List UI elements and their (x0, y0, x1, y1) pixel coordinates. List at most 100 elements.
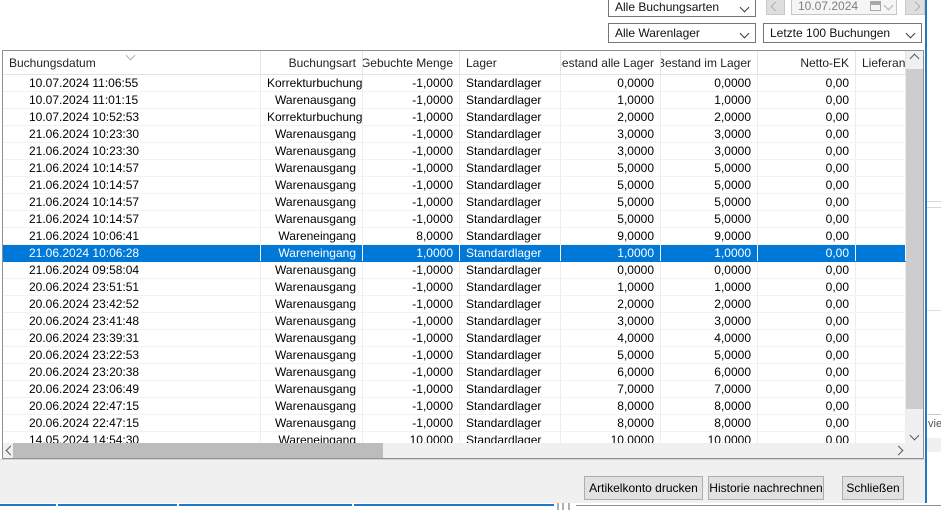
schliessen-button[interactable]: Schließen (842, 476, 904, 500)
horizontal-scrollbar[interactable] (3, 443, 906, 458)
cell-bestand-im-lager: 5,0000 (661, 211, 758, 227)
column-header-buchungsart[interactable]: Buchungsart (261, 51, 363, 74)
table-row[interactable]: 21.06.2024 10:14:57Warenausgang-1,0000St… (3, 177, 923, 194)
table-row[interactable]: 20.06.2024 22:47:15Warenausgang-1,0000St… (3, 415, 923, 432)
date-input[interactable]: 10.07.2024 (791, 0, 897, 15)
cell-buchungsdatum: 20.06.2024 23:39:31 (3, 330, 261, 346)
cell-buchungsart: Warenausgang (261, 398, 363, 414)
cell-lieferant (856, 364, 906, 380)
scroll-right-icon[interactable] (891, 443, 906, 458)
artikelkonto-drucken-button[interactable]: Artikelkonto drucken (584, 476, 703, 500)
table-row[interactable]: 21.06.2024 10:14:57Warenausgang-1,0000St… (3, 211, 923, 228)
cell-buchungsdatum: 10.07.2024 11:06:55 (3, 75, 261, 91)
cell-gebuchte-menge: -1,0000 (363, 126, 460, 142)
cell-bestand-alle-lager: 5,0000 (561, 177, 661, 193)
cell-netto-ek: 0,00 (758, 398, 856, 414)
cell-lager: Standardlager (460, 126, 561, 142)
cell-gebuchte-menge: -1,0000 (363, 160, 460, 176)
cell-gebuchte-menge: -1,0000 (363, 177, 460, 193)
cell-bestand-im-lager: 2,0000 (661, 296, 758, 312)
next-date-button[interactable] (905, 0, 925, 15)
column-header-lieferant[interactable]: Lieferant (856, 51, 906, 74)
table-row[interactable]: 21.06.2024 10:14:57Warenausgang-1,0000St… (3, 194, 923, 211)
cell-buchungsdatum: 20.06.2024 23:22:53 (3, 347, 261, 363)
cell-bestand-alle-lager: 0,0000 (561, 262, 661, 278)
cell-buchungsart: Warenausgang (261, 313, 363, 329)
cell-buchungsdatum: 20.06.2024 23:06:49 (3, 381, 261, 397)
warenlager-filter-select[interactable]: Alle Warenlager (608, 23, 756, 43)
cell-gebuchte-menge: 8,0000 (363, 228, 460, 244)
table-row[interactable]: 10.07.2024 10:52:53Korrekturbuchung-1,00… (3, 109, 923, 126)
cell-buchungsdatum: 21.06.2024 10:06:41 (3, 228, 261, 244)
cell-bestand-alle-lager: 5,0000 (561, 160, 661, 176)
vertical-scrollbar[interactable] (906, 51, 923, 443)
chevron-left-icon (771, 1, 781, 11)
cell-gebuchte-menge: -1,0000 (363, 313, 460, 329)
previous-date-button[interactable] (766, 0, 785, 15)
table-row[interactable]: 20.06.2024 23:22:53Warenausgang-1,0000St… (3, 347, 923, 364)
cell-bestand-alle-lager: 1,0000 (561, 279, 661, 295)
column-header-bestand-alle-lager[interactable]: Bestand alle Lager (561, 51, 661, 74)
cell-netto-ek: 0,00 (758, 330, 856, 346)
table-row[interactable]: 20.06.2024 23:42:52Warenausgang-1,0000St… (3, 296, 923, 313)
cell-buchungsart: Warenausgang (261, 160, 363, 176)
cell-lieferant (856, 194, 906, 210)
column-header-lager[interactable]: Lager (460, 51, 561, 74)
table-row[interactable]: 20.06.2024 23:06:49Warenausgang-1,0000St… (3, 381, 923, 398)
column-header-netto-ek[interactable]: Netto-EK (758, 51, 856, 74)
chevron-down-icon (740, 29, 750, 39)
table-body: 10.07.2024 11:06:55Korrekturbuchung-1,00… (3, 75, 923, 444)
cell-buchungsart: Warenausgang (261, 126, 363, 142)
cell-lager: Standardlager (460, 262, 561, 278)
table-row[interactable]: 20.06.2024 22:47:15Warenausgang-1,0000St… (3, 398, 923, 415)
table-row[interactable]: 20.06.2024 23:20:38Warenausgang-1,0000St… (3, 364, 923, 381)
horizontal-scrollbar-thumb[interactable] (13, 443, 383, 458)
cell-gebuchte-menge: -1,0000 (363, 143, 460, 159)
buchungsart-filter-select[interactable]: Alle Buchungsarten (608, 0, 756, 17)
scroll-down-icon[interactable] (906, 428, 923, 443)
table-row[interactable]: 21.06.2024 10:14:57Warenausgang-1,0000St… (3, 160, 923, 177)
table-row-selected[interactable]: 21.06.2024 10:06:28Wareneingang1,0000Sta… (3, 245, 923, 262)
vertical-scrollbar-thumb[interactable] (906, 69, 923, 409)
cell-lieferant (856, 126, 906, 142)
table-row[interactable]: 21.06.2024 09:58:04Warenausgang-1,0000St… (3, 262, 923, 279)
cell-buchungsdatum: 20.06.2024 22:47:15 (3, 415, 261, 431)
cell-bestand-im-lager: 5,0000 (661, 160, 758, 176)
cell-bestand-alle-lager: 0,0000 (561, 75, 661, 91)
cell-gebuchte-menge: -1,0000 (363, 296, 460, 312)
background-blue-line (179, 504, 352, 506)
cell-bestand-alle-lager: 8,0000 (561, 415, 661, 431)
cell-buchungsart: Warenausgang (261, 330, 363, 346)
table-row[interactable]: 21.06.2024 10:06:41Wareneingang8,0000Sta… (3, 228, 923, 245)
anzahl-filter-select[interactable]: Letzte 100 Buchungen (763, 23, 922, 43)
cell-bestand-alle-lager: 5,0000 (561, 347, 661, 363)
cell-buchungsart: Warenausgang (261, 279, 363, 295)
table-row[interactable]: 20.06.2024 23:51:51Warenausgang-1,0000St… (3, 279, 923, 296)
scroll-up-icon[interactable] (906, 51, 923, 66)
window-edge-divider (925, 0, 927, 503)
cell-lager: Standardlager (460, 160, 561, 176)
table-row[interactable]: 10.07.2024 11:06:55Korrekturbuchung-1,00… (3, 75, 923, 92)
cell-netto-ek: 0,00 (758, 364, 856, 380)
table-row[interactable]: 20.06.2024 23:39:31Warenausgang-1,0000St… (3, 330, 923, 347)
table-header: BuchungsdatumBuchungsartGebuchte MengeLa… (3, 51, 923, 75)
cell-bestand-alle-lager: 8,0000 (561, 398, 661, 414)
column-header-gebuchte-menge[interactable]: Gebuchte Menge (363, 51, 460, 74)
cell-bestand-alle-lager: 5,0000 (561, 211, 661, 227)
cell-lieferant (856, 313, 906, 329)
table-row[interactable]: 10.07.2024 11:01:15Warenausgang-1,0000St… (3, 92, 923, 109)
cell-lager: Standardlager (460, 92, 561, 108)
cell-bestand-im-lager: 3,0000 (661, 313, 758, 329)
cell-lieferant (856, 160, 906, 176)
cell-bestand-im-lager: 1,0000 (661, 279, 758, 295)
background-text-fragment: vie (928, 418, 941, 430)
table-row[interactable]: 21.06.2024 10:23:30Warenausgang-1,0000St… (3, 126, 923, 143)
column-header-bestand-im-lager[interactable]: Bestand im Lager (661, 51, 758, 74)
table-row[interactable]: 20.06.2024 23:41:48Warenausgang-1,0000St… (3, 313, 923, 330)
table-row[interactable]: 21.06.2024 10:23:30Warenausgang-1,0000St… (3, 143, 923, 160)
cell-bestand-alle-lager: 1,0000 (561, 245, 661, 261)
cell-gebuchte-menge: -1,0000 (363, 262, 460, 278)
historie-nachrechnen-button[interactable]: Historie nachrechnen (708, 476, 824, 500)
chevron-down-icon (884, 0, 894, 10)
background-window-strip (0, 503, 941, 511)
